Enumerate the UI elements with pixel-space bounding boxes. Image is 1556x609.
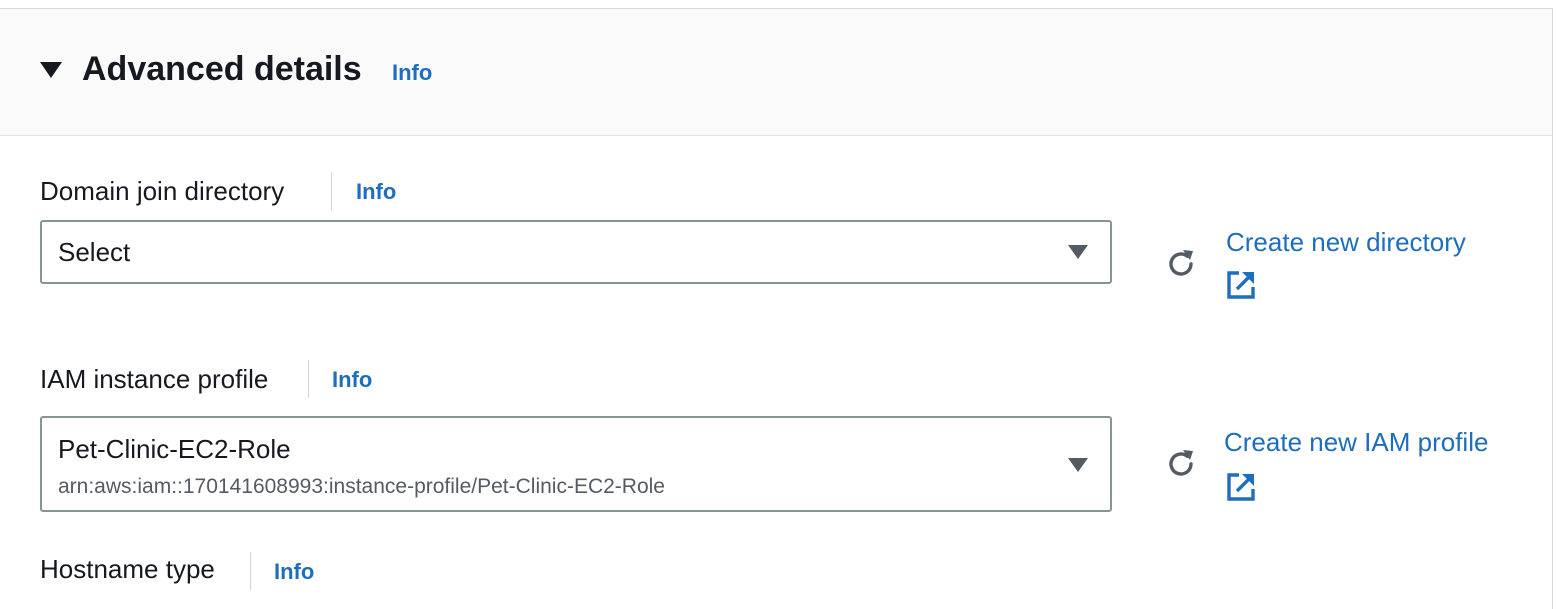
create-new-iam-profile-link[interactable]: Create new IAM profile xyxy=(1224,426,1488,458)
external-link-icon[interactable] xyxy=(1226,270,1256,300)
hostname-type-label: Hostname type xyxy=(40,554,215,584)
section-info-link[interactable]: Info xyxy=(392,59,432,87)
select-value: Pet-Clinic-EC2-Role xyxy=(58,434,291,464)
domain-join-directory-label: Domain join directory xyxy=(40,176,285,206)
label-divider xyxy=(308,360,309,398)
select-description: arn:aws:iam::170141608993:instance-profi… xyxy=(58,475,665,498)
caret-down-icon xyxy=(1068,245,1088,259)
refresh-icon[interactable] xyxy=(1163,246,1199,282)
label-divider xyxy=(331,172,332,210)
hostname-type-info-link[interactable]: Info xyxy=(274,558,314,586)
label-divider xyxy=(250,552,251,590)
refresh-icon[interactable] xyxy=(1163,446,1199,482)
select-value: Select xyxy=(58,237,131,267)
section-header[interactable]: Advanced details Info xyxy=(0,9,1552,136)
domain-join-info-link[interactable]: Info xyxy=(356,178,396,206)
external-link-icon[interactable] xyxy=(1226,472,1256,502)
iam-profile-info-link[interactable]: Info xyxy=(332,366,372,394)
iam-instance-profile-label: IAM instance profile xyxy=(40,364,269,394)
section-title: Advanced details xyxy=(82,50,362,88)
create-new-directory-link[interactable]: Create new directory xyxy=(1226,226,1466,258)
caret-down-icon xyxy=(1068,458,1088,472)
advanced-details-panel: Advanced details Info xyxy=(0,8,1553,609)
domain-join-directory-select[interactable]: Select xyxy=(40,220,1112,284)
expand-caret-icon[interactable] xyxy=(40,62,62,78)
iam-instance-profile-select[interactable]: Pet-Clinic-EC2-Role arn:aws:iam::1701416… xyxy=(40,416,1112,512)
